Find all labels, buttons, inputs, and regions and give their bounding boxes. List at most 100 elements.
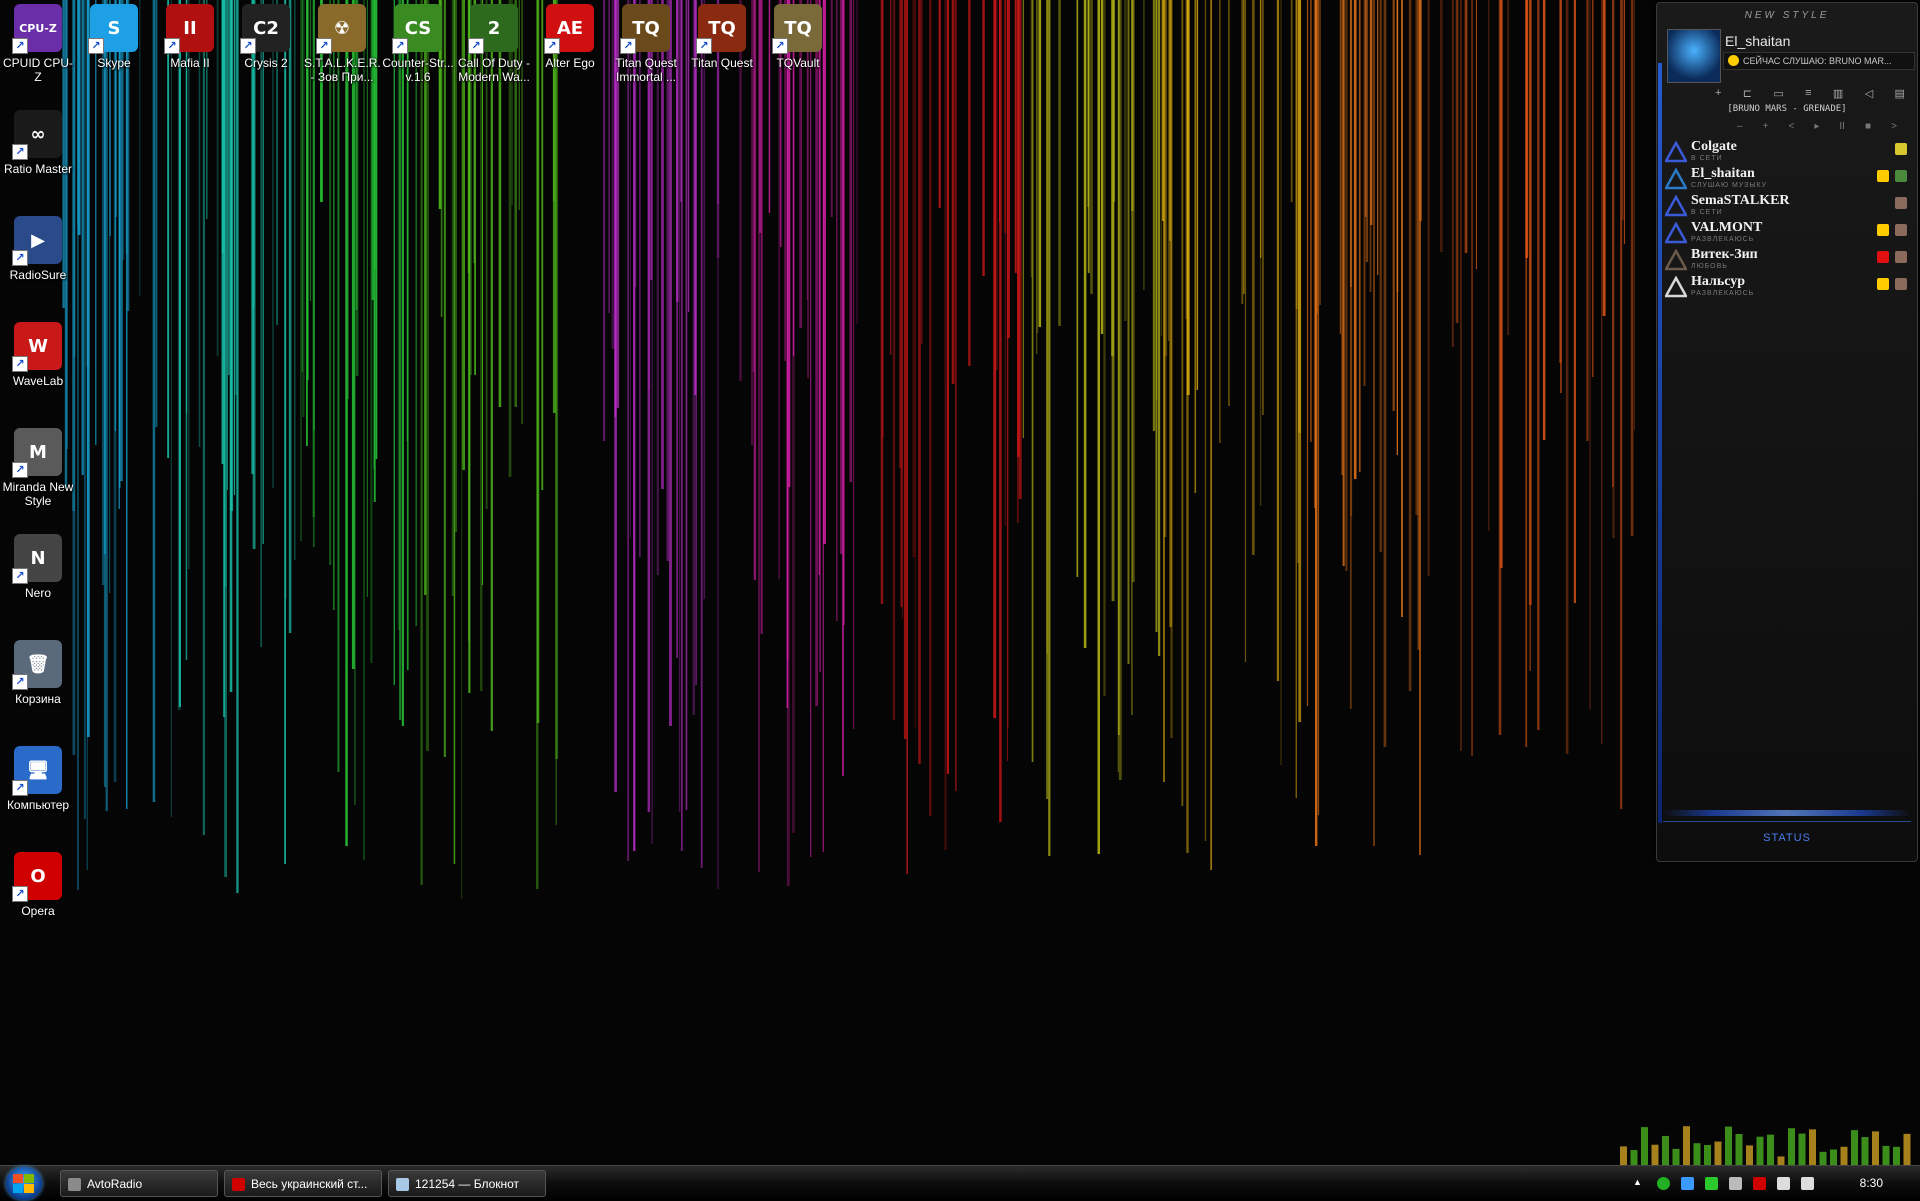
player-button[interactable]: < — [1788, 121, 1794, 132]
desktop-icon[interactable]: 2 ↗ Call Of Duty - Modern Wa... — [456, 4, 532, 84]
wallpaper-streak — [1169, 0, 1171, 241]
desktop-icon[interactable]: AE ↗ Alter Ego — [532, 4, 608, 70]
toolbar-button[interactable]: ▥ — [1833, 87, 1843, 100]
equalizer-bar — [1693, 1143, 1701, 1165]
start-button[interactable] — [6, 1167, 42, 1200]
contact-protocol-icon — [1663, 167, 1689, 190]
contact-extra-status-icon — [1895, 197, 1907, 209]
wallpaper-streak — [1083, 0, 1087, 648]
contact-row[interactable]: VALMONT РАЗВЛЕКАЮСЬ — [1663, 220, 1910, 246]
desktop-icon[interactable]: CS ↗ Counter-Str... v.1.6 — [380, 4, 456, 84]
player-button[interactable]: – — [1737, 121, 1743, 132]
wallpaper-streak — [1152, 0, 1156, 431]
wallpaper-streak — [406, 0, 409, 670]
wallpaper-streak — [536, 0, 540, 723]
taskbar-button[interactable]: Весь украинский ст... — [224, 1170, 382, 1197]
desktop-icon[interactable]: CPU-Z ↗ CPUID CPU-Z — [0, 4, 76, 84]
desktop-icon[interactable]: TQ ↗ Titan Quest Immortal ... — [608, 4, 684, 84]
contact-name: Colgate — [1691, 139, 1737, 154]
player-button[interactable]: > — [1891, 121, 1897, 132]
wallpaper-streak — [118, 0, 120, 509]
desktop-icon[interactable]: ☢ ↗ S.T.A.L.K.E.R. - Зов При... — [304, 4, 381, 84]
desktop-icon[interactable]: TQ ↗ TQVault — [760, 4, 836, 70]
wallpaper-streak — [836, 0, 838, 621]
contact-row[interactable]: Нальсур РАЗВЛЕКАЮСЬ — [1663, 274, 1910, 300]
wallpaper-streak — [1228, 0, 1230, 406]
wallpaper-streak — [1210, 0, 1212, 870]
language-flag-icon[interactable] — [1753, 1177, 1766, 1190]
avatar[interactable] — [1667, 29, 1721, 83]
clock[interactable]: 8:30 — [1860, 1176, 1883, 1190]
status-button[interactable]: STATUS — [1663, 832, 1911, 844]
desktop-icon[interactable]: TQ ↗ Titan Quest — [684, 4, 760, 70]
wallpaper-streak — [1365, 0, 1367, 217]
toolbar-button[interactable]: + — [1715, 87, 1721, 100]
wallpaper-streak — [288, 0, 292, 633]
status-message[interactable]: СЕЙЧАС СЛУШАЮ: BRUNO MAR... — [1723, 52, 1915, 70]
wallpaper-streak — [1127, 0, 1130, 664]
miranda-icon: M ↗ — [12, 428, 62, 478]
desktop-icon[interactable]: ▶ ↗ RadioSure — [0, 216, 76, 282]
wallpaper-streak — [1427, 0, 1430, 576]
contact-row[interactable]: SemaSTALKER В СЕТИ — [1663, 193, 1910, 219]
own-nickname[interactable]: El_shaitan — [1725, 33, 1790, 49]
desktop-icon[interactable]: O ↗ Opera — [0, 852, 76, 918]
desktop-icon[interactable]: 🗑 ↗ Корзина — [0, 640, 76, 706]
player-button[interactable]: II — [1839, 121, 1845, 132]
wallpaper-streak — [1100, 0, 1104, 334]
contact-row[interactable]: El_shaitan СЛУШАЮ МУЗЫКУ — [1663, 166, 1910, 192]
download-icon[interactable] — [1681, 1177, 1694, 1190]
desktop-icon[interactable]: ∞ ↗ Ratio Master — [0, 110, 76, 176]
desktop-icon[interactable]: W ↗ WaveLab — [0, 322, 76, 388]
toolbar-button[interactable]: ⊏ — [1743, 87, 1752, 100]
desktop-icon[interactable]: N ↗ Nero — [0, 534, 76, 600]
wallpaper-streak — [815, 0, 818, 706]
toolbar-button[interactable]: ▤ — [1895, 87, 1905, 100]
taskbar-button[interactable]: AvtoRadio — [60, 1170, 218, 1197]
wallpaper-streak — [1319, 0, 1321, 305]
volume-icon[interactable] — [1801, 1177, 1814, 1190]
wallpaper-streak — [1196, 0, 1199, 390]
wallpaper-streak — [351, 0, 355, 669]
equalizer-bar — [1861, 1137, 1869, 1165]
wallpaper-streak — [999, 0, 1001, 222]
contact-row[interactable]: Colgate В СЕТИ — [1663, 139, 1910, 165]
windows-logo-icon — [13, 1174, 34, 1193]
equalizer-bar — [1767, 1134, 1774, 1165]
miranda-window[interactable]: NEW STYLE El_shaitan СЕЙЧАС СЛУШАЮ: BRUN… — [1656, 2, 1918, 862]
network-icon[interactable] — [1777, 1177, 1790, 1190]
desktop-icon-label: Ratio Master — [3, 162, 73, 176]
toolbar-button[interactable]: ◁ — [1865, 87, 1873, 100]
desktop-icon[interactable]: C2 ↗ Crysis 2 — [228, 4, 304, 70]
wallpaper-streak — [294, 0, 296, 560]
taskbar-button[interactable]: 121254 — Блокнот — [388, 1170, 546, 1197]
green-status-icon[interactable] — [1657, 1177, 1670, 1190]
wallpaper-streak — [918, 0, 921, 764]
wallpaper-streak — [1383, 0, 1387, 747]
wallpaper-streak — [272, 0, 274, 488]
wallpaper-streak — [1537, 0, 1540, 730]
player-button[interactable]: ▸ — [1814, 121, 1819, 132]
contact-row[interactable]: Витек-Зип ЛЮБОВЬ — [1663, 247, 1910, 273]
wallpaper-streak — [188, 0, 190, 569]
desktop-icon[interactable]: II ↗ Mafia II — [152, 4, 228, 70]
desktop-icon[interactable]: S ↗ Skype — [76, 4, 152, 70]
mafia-icon: II ↗ — [164, 4, 214, 54]
taskbar-button-label: AvtoRadio — [87, 1177, 143, 1191]
desktop-icon[interactable]: M ↗ Miranda New Style — [0, 428, 76, 508]
shortcut-arrow-icon: ↗ — [12, 462, 28, 478]
toolbar-button[interactable]: ▭ — [1773, 87, 1783, 100]
equalizer-bar — [1651, 1144, 1659, 1165]
wallpaper-streak — [541, 0, 544, 490]
player-button[interactable]: + — [1763, 121, 1769, 132]
usb-icon[interactable] — [1729, 1177, 1742, 1190]
app-green-icon[interactable] — [1705, 1177, 1718, 1190]
contact-protocol-icon — [1663, 221, 1689, 244]
show-hidden-icon[interactable]: ▲ — [1633, 1177, 1646, 1190]
player-button[interactable]: ■ — [1865, 121, 1871, 132]
toolbar-button[interactable]: ≡ — [1805, 87, 1811, 100]
wallpaper-streak — [420, 0, 423, 885]
wallpaper-streak — [1370, 0, 1373, 225]
wallpaper-streak — [1612, 0, 1615, 538]
desktop-icon[interactable]: 🖥 ↗ Компьютер — [0, 746, 76, 812]
